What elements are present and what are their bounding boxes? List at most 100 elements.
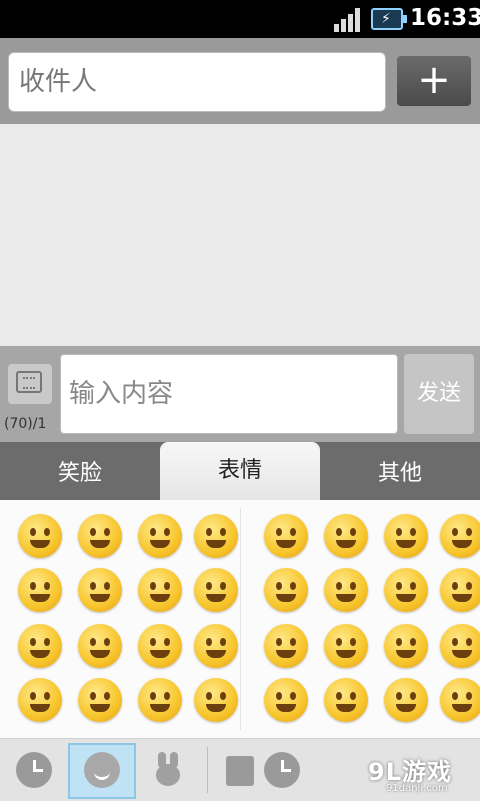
emoji-eye <box>164 638 170 646</box>
emoji-key[interactable] <box>324 624 368 668</box>
emoji-eye <box>290 528 296 536</box>
emoji-mouth <box>336 540 356 548</box>
emoji-eye <box>396 528 402 536</box>
emoji-key[interactable] <box>264 514 308 558</box>
recipient-input[interactable]: 收件人 <box>8 52 386 112</box>
emoji-eye <box>336 528 342 536</box>
emoji-key[interactable] <box>194 678 238 722</box>
emoji-key[interactable] <box>324 514 368 558</box>
emoji-key[interactable] <box>440 678 480 722</box>
emoji-key[interactable] <box>440 568 480 612</box>
emoji-eye <box>410 582 416 590</box>
emoji-key[interactable] <box>78 568 122 612</box>
emoji-key[interactable] <box>194 624 238 668</box>
emoji-key[interactable] <box>138 678 182 722</box>
emoji-key[interactable] <box>194 514 238 558</box>
emoji-eye <box>276 638 282 646</box>
emoji-key[interactable] <box>324 568 368 612</box>
emoji-eye <box>410 528 416 536</box>
emoji-eye <box>276 528 282 536</box>
tab-other[interactable]: 其他 <box>320 450 480 500</box>
emoji-eye <box>206 638 212 646</box>
tab-smiley[interactable]: 笑脸 <box>0 450 160 500</box>
emoji-key[interactable] <box>78 678 122 722</box>
emoji-key[interactable] <box>384 624 428 668</box>
message-input[interactable]: 输入内容 <box>60 354 398 434</box>
tab-expressions[interactable]: 表情 <box>160 442 320 500</box>
emoji-mouth <box>336 704 356 712</box>
attach-button[interactable] <box>8 364 52 404</box>
emoji-eye <box>206 582 212 590</box>
emoji-mouth <box>150 594 170 602</box>
emoji-eye <box>410 692 416 700</box>
charging-icon: ⚡ <box>381 11 391 27</box>
emoji-key[interactable] <box>264 568 308 612</box>
emoji-key[interactable] <box>78 514 122 558</box>
emoji-mouth <box>206 704 226 712</box>
emoji-eye <box>276 692 282 700</box>
emoji-mouth <box>30 704 50 712</box>
emoji-key[interactable] <box>138 568 182 612</box>
emoji-key[interactable] <box>18 514 62 558</box>
recent-icon[interactable] <box>16 752 52 788</box>
emoji-eye <box>452 692 458 700</box>
emoji-eye <box>150 528 156 536</box>
emoji-key[interactable] <box>138 624 182 668</box>
emoji-eye <box>290 638 296 646</box>
emoji-eye <box>150 638 156 646</box>
watermark: 9L游戏 91danji.com <box>368 752 476 794</box>
emoji-eye <box>104 638 110 646</box>
emoji-key[interactable] <box>384 514 428 558</box>
emoji-mouth <box>276 540 296 548</box>
emoji-key[interactable] <box>384 568 428 612</box>
send-button[interactable]: 发送 <box>404 354 474 434</box>
bunny-head <box>156 764 180 786</box>
emoji-key[interactable] <box>194 568 238 612</box>
emoji-mouth <box>90 650 110 658</box>
emoji-eye <box>220 528 226 536</box>
char-counter: (70)/1 <box>4 416 47 432</box>
emoji-eye <box>44 692 50 700</box>
emoji-eye <box>90 582 96 590</box>
emoji-key[interactable] <box>324 678 368 722</box>
bunny-icon[interactable] <box>150 752 186 788</box>
emoji-key[interactable] <box>264 624 308 668</box>
emoji-mouth <box>452 650 472 658</box>
emoji-eye <box>220 638 226 646</box>
emoji-eye <box>90 528 96 536</box>
signal-icon <box>334 8 364 32</box>
message-thread <box>0 124 480 346</box>
box-icon[interactable] <box>226 756 254 786</box>
emoji-eye <box>350 692 356 700</box>
watermark-logo: 9L游戏 <box>368 758 452 786</box>
emoji-eye <box>220 692 226 700</box>
smiley-category-icon[interactable] <box>84 752 120 788</box>
emoji-key[interactable] <box>440 624 480 668</box>
emoji-eye <box>396 692 402 700</box>
emoji-key[interactable] <box>440 514 480 558</box>
emoji-eye <box>350 582 356 590</box>
recent-icon-2[interactable] <box>264 752 300 788</box>
emoji-key[interactable] <box>138 514 182 558</box>
emoji-eye <box>290 582 296 590</box>
emoji-key[interactable] <box>264 678 308 722</box>
emoji-grid <box>0 500 480 738</box>
emoji-eye <box>44 638 50 646</box>
emoji-eye <box>104 528 110 536</box>
emoji-eye <box>410 638 416 646</box>
status-time: 16:33 <box>410 5 480 31</box>
status-bar: ⚡ 16:33 <box>0 0 480 38</box>
emoji-key[interactable] <box>18 678 62 722</box>
emoji-key[interactable] <box>18 624 62 668</box>
emoji-eye <box>452 528 458 536</box>
emoji-key[interactable] <box>78 624 122 668</box>
add-recipient-button[interactable]: + <box>397 56 471 106</box>
emoji-eye <box>206 528 212 536</box>
emoji-key[interactable] <box>384 678 428 722</box>
emoji-eye <box>44 582 50 590</box>
emoji-mouth <box>150 704 170 712</box>
emoji-key[interactable] <box>18 568 62 612</box>
emoji-mouth <box>150 650 170 658</box>
emoji-eye <box>466 528 472 536</box>
emoji-mouth <box>30 594 50 602</box>
